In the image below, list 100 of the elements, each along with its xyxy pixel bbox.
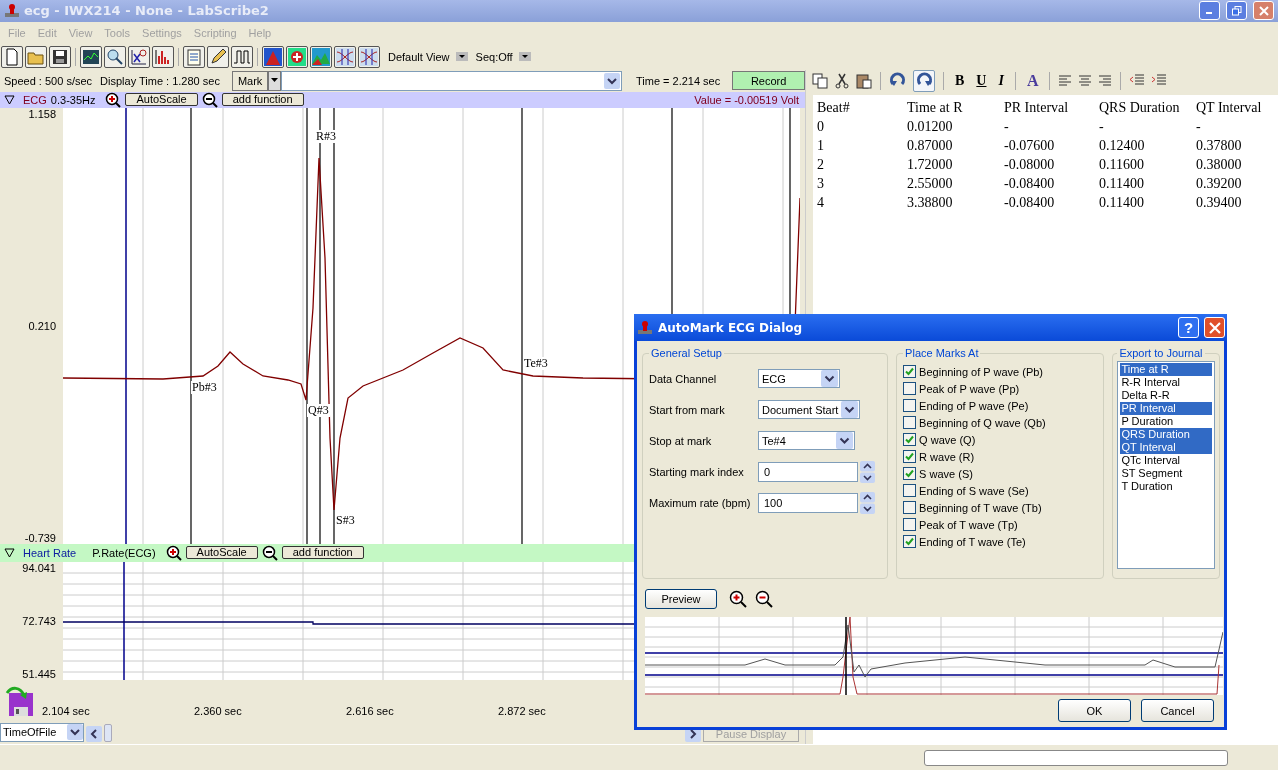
dropdown-arrow-icon[interactable] (268, 70, 282, 91)
list-item[interactable]: T Duration (1120, 480, 1212, 493)
checkbox[interactable] (903, 416, 917, 429)
number-field[interactable]: 100 (758, 492, 858, 513)
toolbar-button[interactable] (128, 45, 150, 68)
checkbox[interactable] (903, 501, 917, 514)
toolbar-button[interactable] (207, 45, 229, 68)
list-item[interactable]: QT Interval (1120, 441, 1212, 454)
toolbar-button[interactable] (262, 45, 284, 68)
restore-button[interactable] (1226, 1, 1247, 21)
toolbar-button[interactable] (358, 45, 380, 68)
list-item[interactable]: ST Segment (1120, 467, 1212, 480)
toolbar-button[interactable] (286, 45, 308, 68)
checkbox[interactable] (903, 433, 917, 446)
zoom-in-icon[interactable] (105, 91, 122, 108)
dropdown-field[interactable]: Te#4 (758, 431, 855, 450)
toolbar-button[interactable] (49, 45, 71, 68)
list-item[interactable]: QTc Interval (1120, 454, 1212, 467)
checkbox[interactable] (903, 484, 917, 497)
list-item[interactable]: R-R Interval (1120, 376, 1212, 389)
checkbox[interactable] (903, 399, 917, 412)
checkbox[interactable] (903, 450, 917, 463)
spectrum-icon (154, 47, 172, 66)
table-cell-text: 3.38800 (907, 195, 954, 212)
toolbar-button[interactable] (1, 45, 23, 68)
zoom-out-icon[interactable] (261, 544, 278, 561)
paste-icon[interactable] (856, 72, 872, 89)
close-button[interactable] (1253, 1, 1274, 21)
dropdown-arrow-icon[interactable] (455, 52, 468, 62)
table-cell-text: 2 (817, 157, 825, 174)
autoscale-button[interactable]: AutoScale (125, 93, 198, 107)
list-item[interactable]: P Duration (1120, 415, 1212, 428)
format-button[interactable]: B (952, 72, 968, 89)
list-item[interactable]: Time at R (1120, 363, 1212, 376)
font-color-button[interactable]: A (1023, 71, 1042, 90)
minimize-button[interactable] (1199, 1, 1220, 21)
dialog-button[interactable]: Cancel (1141, 699, 1214, 722)
table-cell-text: -0.08400 (1004, 195, 1056, 212)
toolbar-button[interactable] (104, 45, 126, 68)
dropdown-arrow-icon[interactable] (518, 52, 531, 62)
crossed-waves-icon (360, 47, 378, 66)
checkbox-label: S wave (S) (919, 467, 973, 480)
autoscale-button[interactable]: AutoScale (185, 546, 258, 560)
zoom-out-icon[interactable] (755, 590, 773, 608)
copy-icon[interactable] (812, 72, 828, 89)
checkbox[interactable] (903, 467, 917, 480)
time-axis-label: 2.872 sec (498, 703, 547, 717)
align-center-icon[interactable] (1078, 74, 1093, 87)
time-format-dropdown[interactable]: TimeOfFile (0, 722, 84, 742)
spin-arrows-icon[interactable] (860, 491, 875, 514)
toolbar-button[interactable] (80, 45, 102, 68)
add-function-button[interactable]: add function (281, 546, 364, 560)
collapse-icon[interactable] (4, 547, 15, 559)
mark-comment-field[interactable] (281, 70, 622, 91)
zoom-out-icon[interactable] (201, 91, 218, 108)
add-function-button[interactable]: add function (221, 93, 304, 107)
time-readout: Time = 2.214 sec (635, 74, 721, 87)
zoom-in-icon[interactable] (729, 590, 747, 608)
field-label: Stop at mark (649, 434, 713, 447)
align-right-icon[interactable] (1098, 74, 1113, 87)
spin-arrows-icon[interactable] (860, 460, 875, 483)
decrease-indent-icon[interactable] (1129, 74, 1146, 88)
floppy-arrow-icon[interactable] (4, 684, 36, 717)
format-button[interactable]: U (973, 72, 990, 89)
undo-icon[interactable] (913, 69, 935, 92)
channel-filter: 0.3-35Hz (50, 93, 96, 106)
align-left-icon[interactable] (1058, 74, 1073, 87)
list-item[interactable]: QRS Duration (1120, 428, 1212, 441)
checkbox[interactable] (903, 365, 917, 378)
list-item[interactable]: Delta R-R (1120, 389, 1212, 402)
zoom-in-icon[interactable] (165, 544, 182, 561)
dropdown-field[interactable]: ECG (758, 369, 840, 388)
table-cell: 0.37800 (1196, 138, 1242, 155)
mark-button[interactable]: Mark (231, 70, 269, 91)
format-button[interactable]: I (995, 72, 1007, 89)
field-label: Maximum rate (bpm) (649, 496, 752, 509)
toolbar-button[interactable] (183, 45, 205, 68)
scroll-left-button[interactable] (86, 725, 102, 742)
checkbox[interactable] (903, 382, 917, 395)
toolbar-button[interactable] (334, 45, 356, 68)
toolbar-button[interactable] (152, 45, 174, 68)
number-field[interactable]: 0 (758, 461, 858, 482)
checkbox[interactable] (903, 535, 917, 548)
dropdown-field[interactable]: Document Start (758, 400, 860, 419)
checkbox[interactable] (903, 518, 917, 531)
sequence-dropdown[interactable]: Seq:Off (475, 50, 513, 63)
toolbar-button[interactable] (231, 45, 253, 68)
toolbar-button[interactable] (310, 45, 332, 68)
view-dropdown[interactable]: Default View (388, 50, 450, 63)
record-button[interactable]: Record (732, 71, 805, 91)
list-item[interactable]: PR Interval (1120, 402, 1212, 415)
scrollbar-thumb[interactable] (104, 723, 112, 742)
dialog-button[interactable]: OK (1058, 699, 1131, 722)
preview-button[interactable]: Preview (645, 589, 717, 609)
increase-indent-icon[interactable] (1151, 74, 1168, 88)
help-button[interactable]: ? (1178, 317, 1199, 338)
scissors-icon[interactable] (834, 72, 850, 89)
close-button[interactable] (1204, 317, 1225, 338)
toolbar-button[interactable] (25, 45, 47, 68)
collapse-icon[interactable] (4, 94, 15, 106)
